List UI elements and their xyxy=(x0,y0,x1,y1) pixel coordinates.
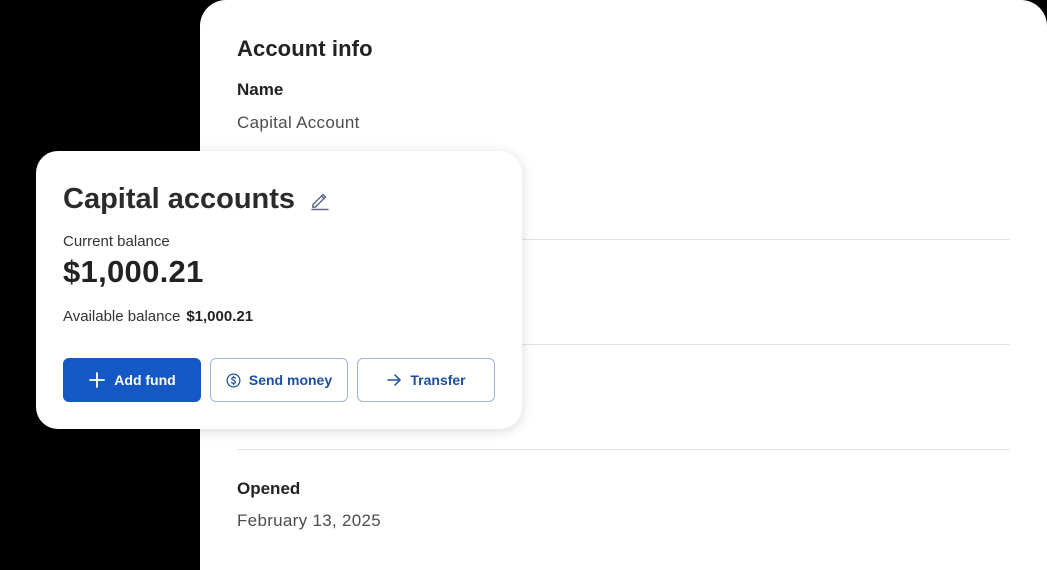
capital-accounts-card: Capital accounts Current balance $1,000.… xyxy=(36,151,522,429)
dollar-circle-icon xyxy=(226,373,241,388)
arrow-right-icon xyxy=(386,372,402,388)
account-info-title: Account info xyxy=(237,36,373,61)
divider xyxy=(237,449,1010,450)
available-balance-value: $1,000.21 xyxy=(186,308,254,325)
card-title: Capital accounts xyxy=(63,183,296,215)
transfer-button[interactable]: Transfer xyxy=(357,358,495,402)
add-fund-label: Add fund xyxy=(114,372,176,388)
opened-label: Opened xyxy=(237,479,301,498)
current-balance-value: $1,000.21 xyxy=(63,254,204,289)
name-value: Capital Account xyxy=(237,113,360,132)
add-fund-button[interactable]: Add fund xyxy=(63,358,201,402)
card-title-row: Capital accounts xyxy=(63,183,331,216)
opened-value: February 13, 2025 xyxy=(237,511,382,530)
stage: Account info Name Capital Account Opened… xyxy=(0,0,1047,570)
plus-icon xyxy=(88,371,106,389)
pencil-icon[interactable] xyxy=(309,189,331,211)
available-balance-label: Available balance xyxy=(63,308,181,325)
send-money-button[interactable]: Send money xyxy=(210,358,348,402)
current-balance-label: Current balance xyxy=(63,233,170,250)
send-money-label: Send money xyxy=(248,372,333,388)
transfer-label: Transfer xyxy=(410,372,466,388)
name-label: Name xyxy=(237,80,284,99)
available-balance-row: Available balance $1,000.21 xyxy=(63,308,253,325)
